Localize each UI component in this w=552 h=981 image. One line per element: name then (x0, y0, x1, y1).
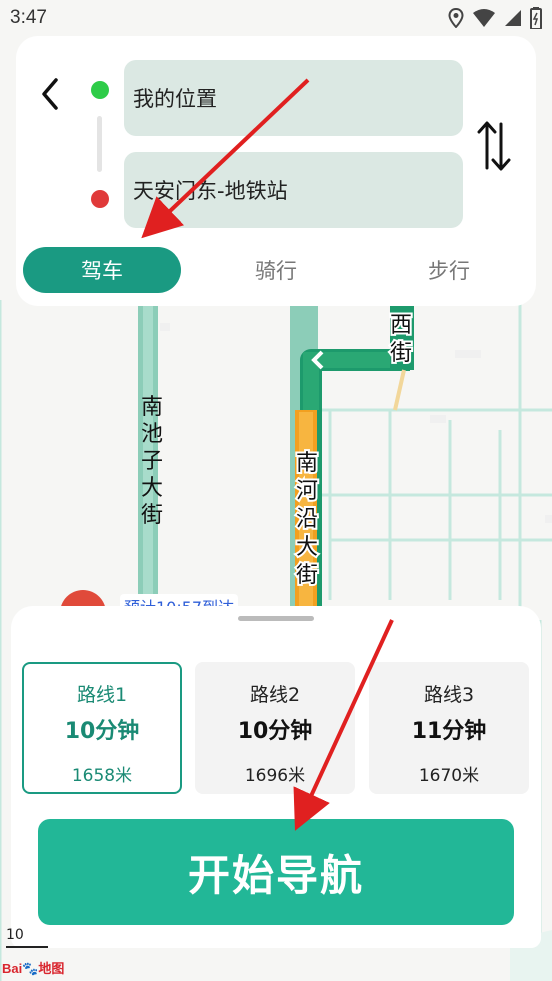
swap-arrows-icon (477, 121, 511, 171)
back-button[interactable] (36, 76, 66, 112)
route-connector-line (97, 116, 102, 172)
svg-text:街: 街 (296, 563, 318, 588)
route-option-2[interactable]: 路线2 10分钟 1696米 (195, 662, 355, 794)
svg-text:大: 大 (141, 476, 163, 501)
signal-icon (505, 10, 521, 26)
swap-locations-button[interactable] (474, 118, 514, 174)
destination-point-dot (91, 190, 109, 208)
route-name: 路线1 (76, 684, 128, 706)
baidu-map-logo: Bai🐾地图 (2, 961, 65, 976)
tab-cycling[interactable]: 骑行 (197, 247, 355, 293)
tab-driving[interactable]: 驾车 (23, 247, 181, 293)
battery-icon (530, 7, 542, 29)
chevron-left-icon (42, 78, 58, 110)
street-label-nanchizi: 南 (141, 395, 163, 420)
travel-mode-tabs: 驾车 骑行 步行 (23, 247, 533, 293)
svg-text:河: 河 (296, 479, 318, 504)
svg-text:街: 街 (141, 503, 163, 528)
svg-text:池: 池 (141, 422, 163, 447)
status-icons (448, 7, 542, 29)
route-options-sheet: 路线1 10分钟 1658米 路线2 10分钟 1696米 路线3 11分钟 1… (11, 606, 541, 948)
route-distance: 1658米 (71, 766, 133, 786)
status-bar: 3:47 (0, 0, 552, 36)
start-navigation-button[interactable]: 开始导航 (38, 819, 514, 925)
svg-text:南: 南 (296, 451, 318, 476)
tab-walking[interactable]: 步行 (370, 247, 528, 293)
sheet-drag-handle[interactable] (238, 616, 314, 621)
svg-text:西: 西 (390, 313, 412, 338)
wifi-icon (473, 9, 495, 27)
route-distance: 1670米 (418, 766, 480, 786)
svg-text:沿: 沿 (296, 507, 318, 532)
start-location-field[interactable]: 我的位置 (124, 60, 463, 136)
route-time: 10分钟 (64, 719, 140, 744)
route-option-3[interactable]: 路线3 11分钟 1670米 (369, 662, 529, 794)
destination-field[interactable]: 天安门东-地铁站 (124, 152, 463, 228)
start-point-dot (91, 81, 109, 99)
route-distance: 1696米 (244, 766, 306, 786)
svg-text:街: 街 (390, 341, 412, 366)
route-time: 10分钟 (237, 719, 313, 744)
location-icon (448, 8, 464, 28)
route-name: 路线3 (423, 684, 475, 706)
status-time: 3:47 (10, 7, 47, 28)
route-input-panel: 我的位置 天安门东-地铁站 驾车 骑行 步行 (16, 36, 536, 306)
route-time: 11分钟 (411, 719, 487, 744)
route-option-1[interactable]: 路线1 10分钟 1658米 (22, 662, 182, 794)
start-location-text: 我的位置 (133, 87, 217, 111)
svg-text:大: 大 (296, 535, 318, 560)
route-name: 路线2 (249, 684, 301, 706)
svg-text:子: 子 (141, 449, 163, 474)
destination-text: 天安门东-地铁站 (133, 179, 288, 203)
map-scale-label: 10 (6, 927, 24, 943)
map-scale-bar (6, 946, 48, 948)
